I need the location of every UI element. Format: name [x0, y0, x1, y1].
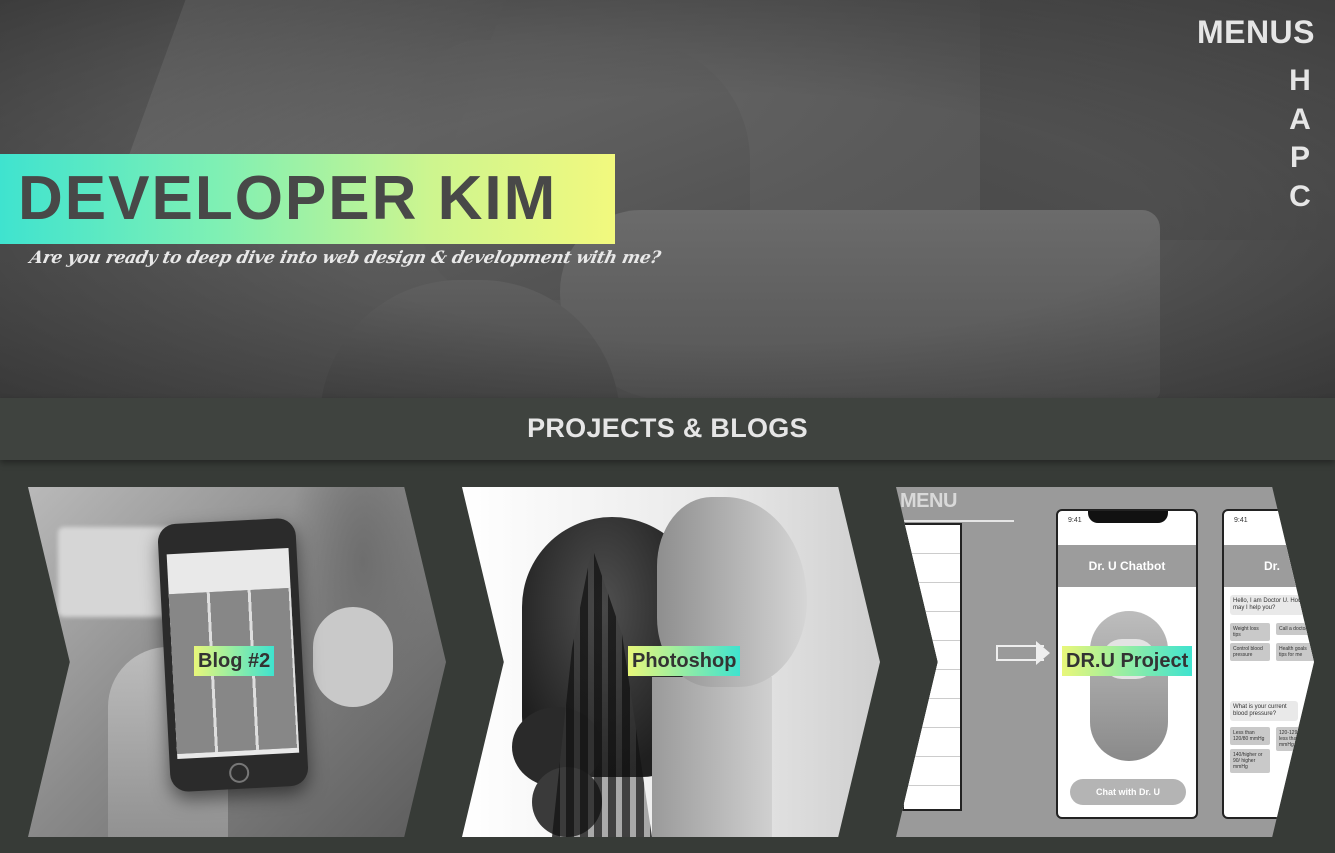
app-title: Dr.: [1264, 559, 1281, 573]
chat-option: Health goals tips for me: [1276, 643, 1314, 661]
phone-home-button: [228, 762, 250, 784]
section-title: PROJECTS & BLOGS: [527, 413, 808, 443]
site-title-box: DEVELOPER KIM: [0, 154, 615, 244]
chat-message: Hello, I am Doctor U. How may I help you…: [1230, 595, 1312, 615]
chat-option: Control blood pressure: [1230, 643, 1270, 661]
pot-image: [313, 607, 393, 707]
site-tagline: Are you ready to deep dive into web desi…: [27, 248, 663, 268]
chat-option: Call a doctor: [1276, 623, 1314, 635]
menu-title[interactable]: MENUS: [1197, 14, 1315, 51]
menu-item-home[interactable]: H: [1285, 62, 1315, 101]
menu-list: H A P C: [1285, 62, 1315, 216]
site-title: DEVELOPER KIM: [18, 164, 558, 233]
mockup-phone-chat: 9:41 Dr. Hello, I am Doctor U. How may I…: [1222, 509, 1314, 819]
phone-time: 9:41: [1234, 517, 1248, 524]
hero-banner: DEVELOPER KIM Are you ready to deep dive…: [0, 0, 1335, 398]
menu-item-contact[interactable]: C: [1285, 178, 1315, 217]
wireframe-menu-word: MENU: [900, 490, 957, 512]
robot-doctor-icon: [1090, 611, 1168, 761]
chat-option: Weight loss tips: [1230, 623, 1270, 641]
portrait-neck: [652, 677, 772, 837]
chat-option: 140/higher or 90/ higher mmHg: [1230, 749, 1270, 773]
app-title: Dr. U Chatbot: [1088, 559, 1166, 573]
wireframe-sidebar: [902, 523, 962, 811]
card-label-photoshop[interactable]: Photoshop: [628, 646, 741, 676]
menu-item-projects[interactable]: P: [1285, 139, 1315, 178]
chat-message: What is your current blood pressure?: [1230, 701, 1298, 721]
section-header: PROJECTS & BLOGS: [0, 398, 1335, 460]
chat-option: 120-129 and less than 80 mmHg: [1276, 727, 1314, 751]
card-label-dru[interactable]: DR.U Project: [1062, 646, 1193, 676]
wireframe-divider: [900, 520, 1014, 522]
chat-button: Chat with Dr. U: [1070, 779, 1186, 805]
menu-item-about[interactable]: A: [1285, 101, 1315, 140]
phone-time: 9:41: [1068, 517, 1082, 524]
phone-notch: [1088, 511, 1168, 523]
chat-option: Less than 120/80 mmHg: [1230, 727, 1270, 745]
card-label-blog[interactable]: Blog #2: [194, 646, 275, 676]
arrow-head-icon: [1036, 641, 1050, 665]
